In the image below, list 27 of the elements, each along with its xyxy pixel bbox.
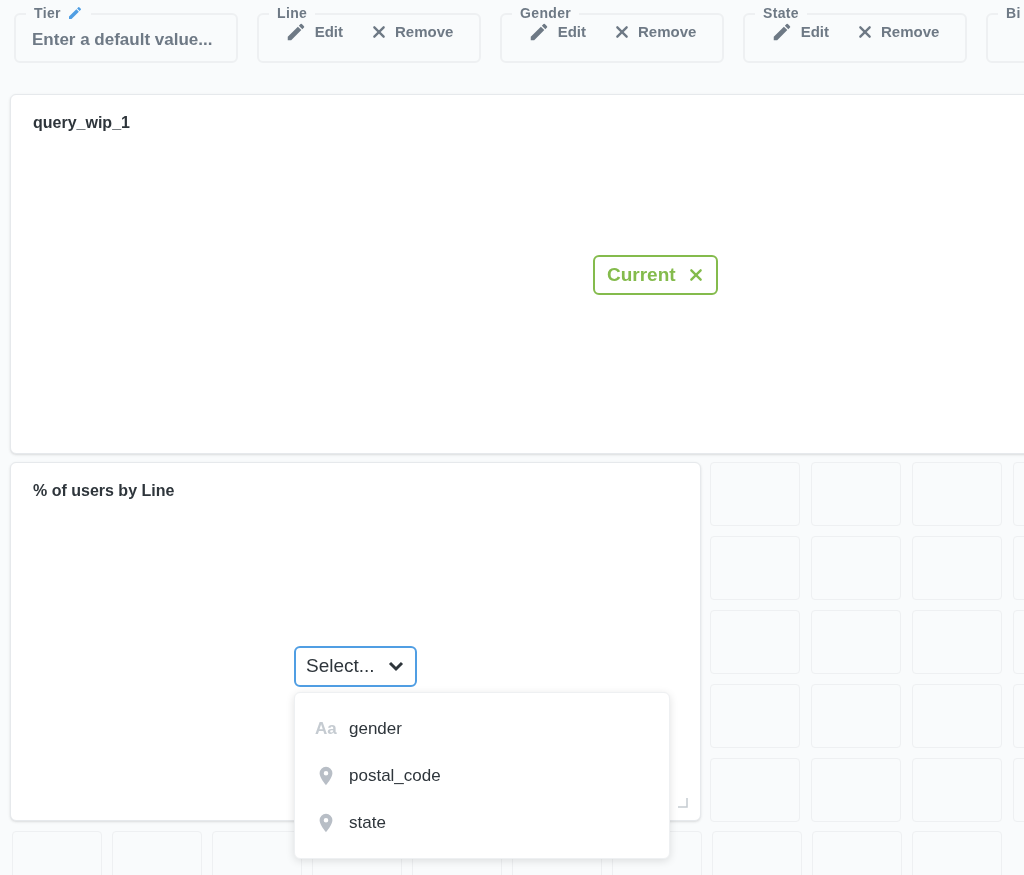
filter-label: Gender xyxy=(520,5,572,21)
dropdown-item[interactable]: Aa gender xyxy=(295,705,669,752)
tag-label: Current xyxy=(607,262,676,287)
dropdown-item[interactable]: state xyxy=(295,799,669,846)
remove-button[interactable]: Remove xyxy=(857,21,940,44)
text-type-icon: Aa xyxy=(315,715,339,742)
filter-label: State xyxy=(763,5,799,21)
field-select[interactable]: Select... xyxy=(294,646,417,687)
field-name: postal_code xyxy=(349,764,441,787)
close-icon xyxy=(687,267,704,283)
remove-button[interactable]: Remove xyxy=(614,21,697,44)
pencil-icon xyxy=(66,5,83,21)
close-icon xyxy=(857,24,873,41)
filter-label: Line xyxy=(277,5,308,21)
dropdown-item[interactable]: postal_code xyxy=(295,752,669,799)
remove-button[interactable]: Remove xyxy=(371,21,454,44)
resize-handle-icon xyxy=(678,798,688,808)
close-icon xyxy=(371,24,387,41)
edit-button[interactable]: Edit xyxy=(770,21,829,44)
filter-label: Bi xyxy=(1006,5,1021,21)
field-name: gender xyxy=(349,717,402,740)
card-title: query_wip_1 xyxy=(32,113,131,133)
card-title: % of users by Line xyxy=(33,482,175,499)
edit-button[interactable]: Edit xyxy=(527,21,586,44)
close-icon xyxy=(614,24,630,41)
edit-button[interactable]: Edit xyxy=(284,21,343,44)
field-name: state xyxy=(349,811,386,834)
